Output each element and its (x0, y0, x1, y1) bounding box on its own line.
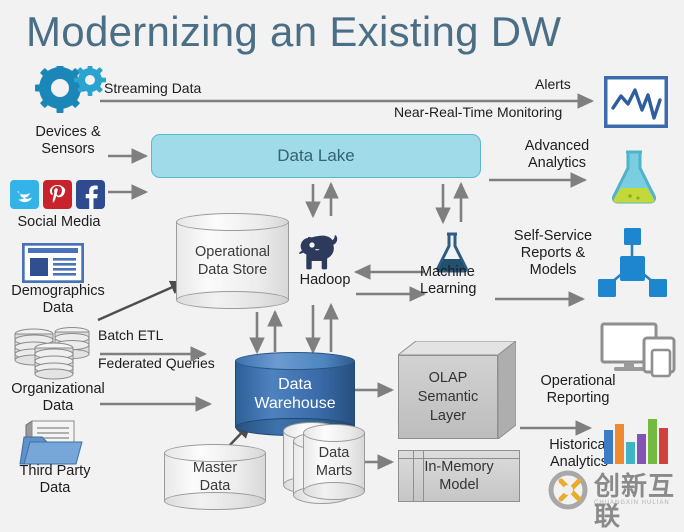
data-marts-line2: Marts (315, 463, 353, 479)
node-network-icon (592, 222, 672, 300)
hadoop-label: Hadoop (299, 272, 351, 288)
monitor-tablet-icon (600, 322, 680, 380)
source-label-social-media: Social Media (17, 214, 101, 230)
data-marts-cylinder-front[interactable]: Data Marts (303, 424, 365, 500)
ods-label-line1: Operational (195, 244, 270, 260)
database-stack-icon (12, 325, 94, 381)
operational-data-store-cylinder[interactable]: Operational Data Store (176, 213, 289, 309)
inmem-label-line1: In-Memory (424, 459, 494, 475)
olap-semantic-layer-cube[interactable]: OLAP Semantic Layer (398, 341, 516, 439)
output-label-advanced-analytics: Advanced Analytics (524, 138, 590, 171)
diagram-canvas: Modernizing an Existing DW Devices & Sen… (0, 0, 684, 532)
master-data-line2: Data (199, 478, 231, 494)
gears-icon (22, 63, 114, 120)
master-data-line1: Master (192, 460, 238, 476)
page-title: Modernizing an Existing DW (26, 8, 562, 55)
flow-label-batch-etl: Batch ETL (98, 327, 164, 343)
flask-icon (605, 148, 663, 210)
line-chart-monitor-icon (603, 75, 669, 129)
folder-documents-icon (16, 419, 88, 467)
data-warehouse-cylinder[interactable]: Data Warehouse (235, 352, 355, 436)
data-lake-box[interactable]: Data Lake (151, 134, 481, 178)
flow-label-streaming-data: Streaming Data (104, 80, 202, 96)
data-marts-line1: Data (318, 445, 350, 461)
social-media-icon (10, 180, 106, 210)
source-label-devices: Devices & Sensors (35, 124, 101, 157)
hadoop-elephant-icon (296, 224, 354, 272)
olap-label-line1: OLAP (428, 369, 468, 386)
report-document-icon (21, 242, 85, 284)
olap-label-line3: Layer (429, 407, 467, 424)
in-memory-model-box[interactable]: In-Memory Model (398, 450, 520, 502)
inmem-label-line2: Model (439, 477, 479, 493)
output-label-alerts: Alerts (535, 76, 571, 92)
source-label-organizational: Organizational Data (11, 381, 105, 414)
source-label-demographics: Demographics Data (11, 283, 105, 316)
source-label-thirdparty: Third Party Data (19, 463, 91, 496)
flow-label-federated-queries: Federated Queries (98, 355, 215, 371)
data-lake-label: Data Lake (277, 146, 355, 165)
watermark-subtext: CHUANGXIN HULIAN (594, 500, 670, 506)
master-data-cylinder[interactable]: Master Data (164, 444, 266, 510)
dw-label-line1: Data (278, 376, 312, 393)
watermark: 创新互联 CHUANGXIN HULIAN (548, 470, 680, 532)
bar-chart-icon (600, 416, 674, 468)
output-label-monitoring: Near-Real-Time Monitoring (394, 104, 563, 120)
dw-label-line2: Warehouse (254, 395, 336, 412)
olap-label-line2: Semantic (417, 388, 479, 405)
ods-label-line2: Data Store (197, 262, 268, 278)
